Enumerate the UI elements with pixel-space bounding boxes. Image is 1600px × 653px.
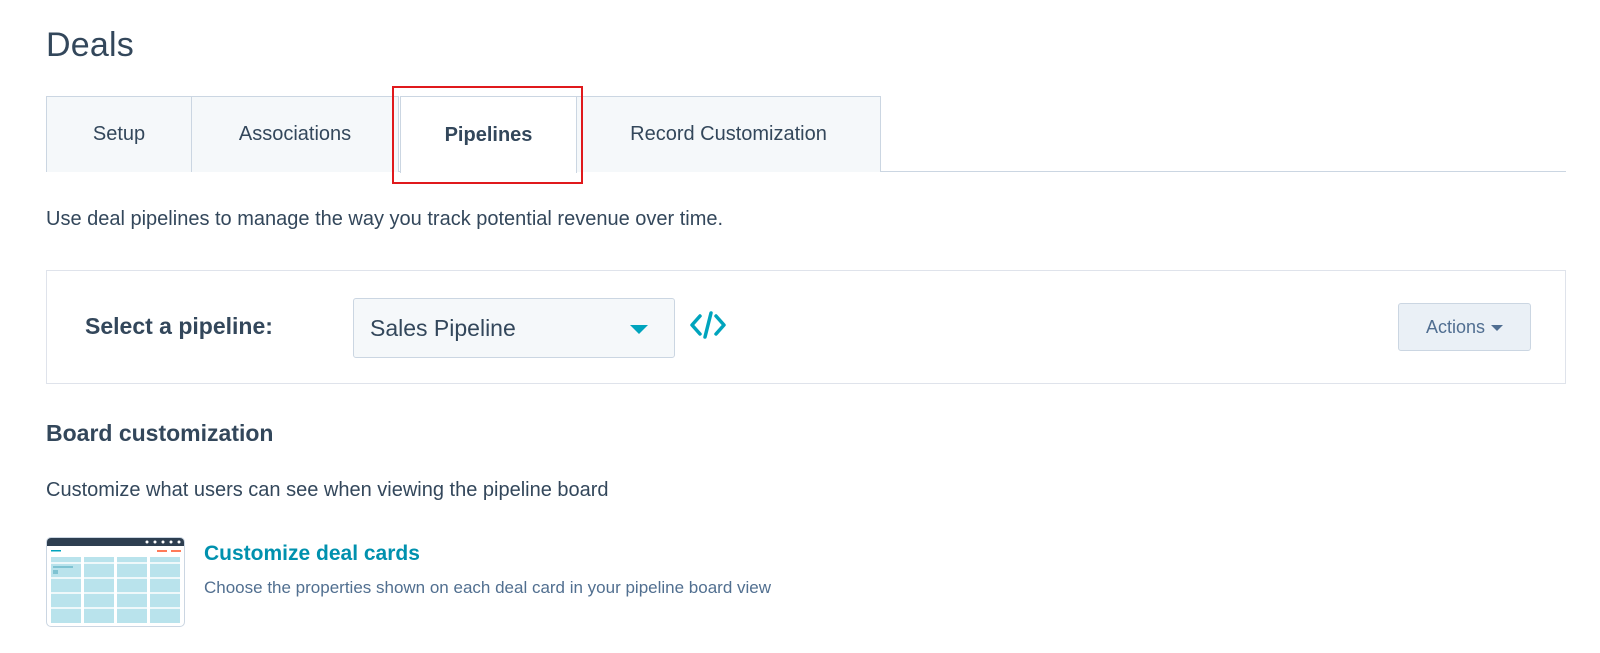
board-customization-heading: Board customization <box>46 420 274 446</box>
board-customization-description: Customize what users can see when viewin… <box>46 479 609 501</box>
tab-associations-label: Associations <box>238 123 352 145</box>
pipeline-selector-panel: Select a pipeline: Sales Pipeline Action… <box>46 270 1566 384</box>
pipelines-intro-text: Use deal pipelines to manage the way you… <box>46 208 724 230</box>
deals-settings-page: Deals Setup Associations Pipelines Recor… <box>0 0 1600 653</box>
deal-board-thumbnail-icon <box>46 537 185 627</box>
customize-deal-cards-link[interactable]: Customize deal cards <box>204 542 420 566</box>
actions-caret-down-icon <box>1491 325 1504 331</box>
customize-deal-cards-description: Choose the properties shown on each deal… <box>204 578 772 597</box>
tab-record-customization[interactable]: Record Customization <box>577 96 881 172</box>
tab-record-customization-label: Record Customization <box>630 123 827 145</box>
select-pipeline-label: Select a pipeline: <box>85 313 273 339</box>
code-embed-icon[interactable] <box>689 309 727 341</box>
tab-setup-label: Setup <box>92 123 146 145</box>
actions-button-label: Actions <box>1425 316 1486 337</box>
pipeline-dropdown[interactable]: Sales Pipeline <box>353 298 675 358</box>
tab-pipelines-label: Pipelines <box>444 123 533 146</box>
actions-button[interactable]: Actions <box>1398 303 1531 351</box>
tab-setup[interactable]: Setup <box>46 96 192 172</box>
pipeline-dropdown-value: Sales Pipeline <box>370 314 516 341</box>
tab-pipelines[interactable]: Pipelines <box>400 96 577 173</box>
page-title: Deals <box>46 26 134 64</box>
tab-bar: Setup Associations Pipelines Record Cust… <box>46 96 1566 173</box>
tab-associations[interactable]: Associations <box>191 96 399 172</box>
caret-down-icon <box>630 325 648 334</box>
